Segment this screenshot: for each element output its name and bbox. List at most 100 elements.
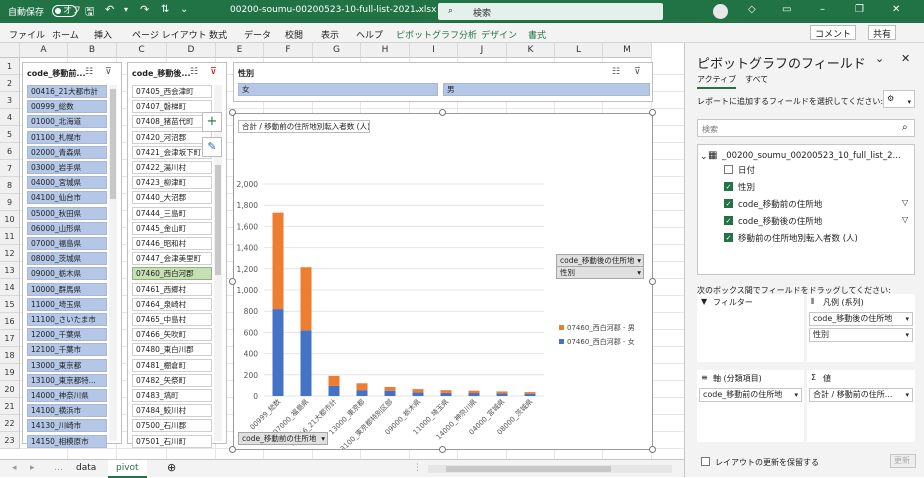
menu-file[interactable]: ファイル	[9, 28, 45, 41]
slicer-item[interactable]: 14150_相模原市	[27, 434, 107, 448]
column-header[interactable]: J	[458, 43, 507, 58]
close-icon[interactable]: ✕	[892, 4, 900, 15]
row-header[interactable]: 8	[0, 177, 20, 194]
slicer-item-female[interactable]: 女	[238, 83, 438, 96]
row-header[interactable]: 19	[0, 364, 20, 381]
slicer-item[interactable]: 02000_青森県	[27, 145, 107, 159]
slicer-item[interactable]: 14130_川崎市	[27, 419, 107, 433]
slicer-item[interactable]: 04000_宮城県	[27, 176, 107, 190]
legend-item-2[interactable]: 性別 ▾	[809, 328, 913, 342]
values-area[interactable]: Σ 値 合計 / 移動前の住所... ▾	[807, 370, 915, 442]
slicer-item[interactable]: 14000_神奈川県	[27, 389, 107, 402]
menu-data[interactable]: データ	[244, 28, 271, 41]
axis-item-1[interactable]: code_移動前の住所地 ▾	[699, 388, 802, 402]
chart-elements-icon[interactable]: +	[202, 112, 222, 132]
slicer-item[interactable]: 07420_河沼郡	[132, 130, 212, 144]
menu-formulas[interactable]: 数式	[209, 28, 227, 41]
row-header[interactable]: 18	[0, 347, 20, 364]
select-all-corner[interactable]	[0, 43, 20, 58]
slicer-item[interactable]: 13000_東京都	[27, 358, 107, 372]
legend-gender-button[interactable]: 性別 ▾	[556, 266, 644, 279]
row-header[interactable]: 23	[0, 432, 20, 449]
column-header[interactable]: C	[117, 43, 167, 58]
sheet-tab-data[interactable]: data	[76, 463, 96, 473]
title-search-box[interactable]: ⌕ 検索	[438, 3, 663, 20]
save-icon[interactable]: 🖫	[85, 3, 94, 22]
slicer-item[interactable]: 07445_金山町	[132, 221, 212, 235]
slicer-item[interactable]: 07421_会津坂下町	[132, 145, 212, 159]
slicer-item[interactable]: 07464_泉崎村	[132, 297, 212, 311]
menu-page-layout[interactable]: ページ レイアウト	[132, 28, 207, 41]
slicer-item[interactable]: 01000_北海道	[27, 115, 107, 129]
chart-resize-handle[interactable]	[649, 109, 656, 116]
horizontal-scrollbar[interactable]	[428, 465, 672, 473]
slicer-gender[interactable]: 性別 ☷ ⊽ 女 男	[233, 62, 653, 102]
slicer-item[interactable]: 09000_栃木県	[27, 267, 107, 281]
multi-select-icon[interactable]: ☷	[85, 67, 93, 77]
slicer-item[interactable]: 07481_棚倉町	[132, 358, 212, 372]
slicer-item[interactable]: 07484_鮫川村	[132, 404, 212, 418]
slicer-item[interactable]: 12100_千葉市	[27, 343, 107, 357]
row-header[interactable]: 10	[0, 211, 20, 228]
field-checkbox[interactable]: ✓	[724, 182, 733, 191]
tab-active[interactable]: アクティブ	[697, 74, 737, 89]
field-checkbox[interactable]: ✓	[724, 199, 733, 208]
slicer-code-before[interactable]: code_移動前... ☷ ⊽ 00416_21大都市計 00999_総数 0100…	[22, 62, 122, 448]
slicer-item[interactable]: 00416_21大都市計	[27, 85, 107, 98]
slicer-item[interactable]: 07405_西会津町	[132, 85, 212, 98]
user-avatar[interactable]	[713, 4, 728, 19]
worksheet[interactable]: ABCDEFGHIJKLM 1 2 3 4 5 6 7 8 9 10 11 12 13 14 15 16 17 1…	[0, 43, 684, 459]
field-checkbox[interactable]	[724, 165, 733, 174]
slicer-item[interactable]: 12000_千葉県	[27, 328, 107, 342]
filters-area[interactable]: ▼ フィルター	[697, 294, 804, 362]
slicer-item[interactable]: 13100_東京都特...	[27, 373, 107, 387]
chart-resize-handle[interactable]	[229, 278, 236, 285]
defer-update-checkbox[interactable]	[701, 457, 710, 466]
close-pane-icon[interactable]: ✕	[901, 52, 910, 65]
menu-home[interactable]: ホーム	[52, 28, 79, 41]
autosave-toggle[interactable]: オフ	[52, 5, 81, 17]
axis-field-button[interactable]: code_移動前の住所地 ▾	[238, 432, 328, 445]
slicer-item-male[interactable]: 男	[443, 83, 650, 96]
slicer-item[interactable]: 06000_山形県	[27, 221, 107, 235]
column-header[interactable]: D	[167, 43, 216, 58]
row-header[interactable]: 9	[0, 194, 20, 211]
slicer-item[interactable]: 07466_矢吹町	[132, 328, 212, 342]
values-item-1[interactable]: 合計 / 移動前の住所... ▾	[809, 388, 913, 402]
clear-filter-icon[interactable]: ⊽	[634, 67, 641, 77]
slicer-item[interactable]: 07423_柳津町	[132, 176, 212, 190]
column-header[interactable]: L	[555, 43, 603, 58]
slicer-item[interactable]: 07000_福島県	[27, 237, 107, 250]
row-header[interactable]: 17	[0, 330, 20, 347]
collapse-icon[interactable]: ⌄	[700, 152, 708, 162]
row-header[interactable]: 2	[0, 75, 20, 92]
chart-resize-handle[interactable]	[439, 446, 446, 453]
slicer-item[interactable]: 07422_湯川村	[132, 161, 212, 174]
row-header[interactable]: 3	[0, 92, 20, 109]
slicer-item[interactable]: 07482_矢祭町	[132, 373, 212, 387]
row-header[interactable]: 4	[0, 109, 20, 126]
slicer-item[interactable]: 07461_西郷村	[132, 282, 212, 296]
row-header[interactable]: 7	[0, 160, 20, 177]
slicer-item[interactable]: 07446_昭和村	[132, 237, 212, 250]
menu-review[interactable]: 校閲	[285, 28, 303, 41]
undo-icon[interactable]: ↶	[105, 3, 114, 16]
row-header[interactable]: 11	[0, 228, 20, 245]
multi-select-icon[interactable]: ☷	[612, 67, 620, 77]
more-sheets-icon[interactable]: …	[54, 463, 63, 473]
scroll-thumb[interactable]	[110, 89, 116, 199]
slicer-item[interactable]: 07408_猪苗代町	[132, 115, 212, 129]
pane-options-icon[interactable]: ⌄	[875, 52, 884, 65]
prev-sheet-icon[interactable]: ◂	[12, 463, 17, 473]
slicer-item[interactable]: 07460_西白河郡	[132, 267, 212, 281]
legend-item-1[interactable]: code_移動後の住所地 ▾	[809, 312, 913, 326]
update-button[interactable]: 更新	[890, 454, 916, 468]
slicer-item[interactable]: 07500_石川郡	[132, 419, 212, 433]
customize-toolbar-icon[interactable]: ⌄	[180, 4, 188, 15]
row-header[interactable]: 12	[0, 245, 20, 262]
column-header[interactable]: G	[313, 43, 361, 58]
slicer-item[interactable]: 10000_群馬県	[27, 282, 107, 296]
share-button[interactable]: 共有	[868, 25, 897, 40]
redo-icon[interactable]: ↷	[140, 3, 149, 16]
menu-view[interactable]: 表示	[321, 28, 339, 41]
